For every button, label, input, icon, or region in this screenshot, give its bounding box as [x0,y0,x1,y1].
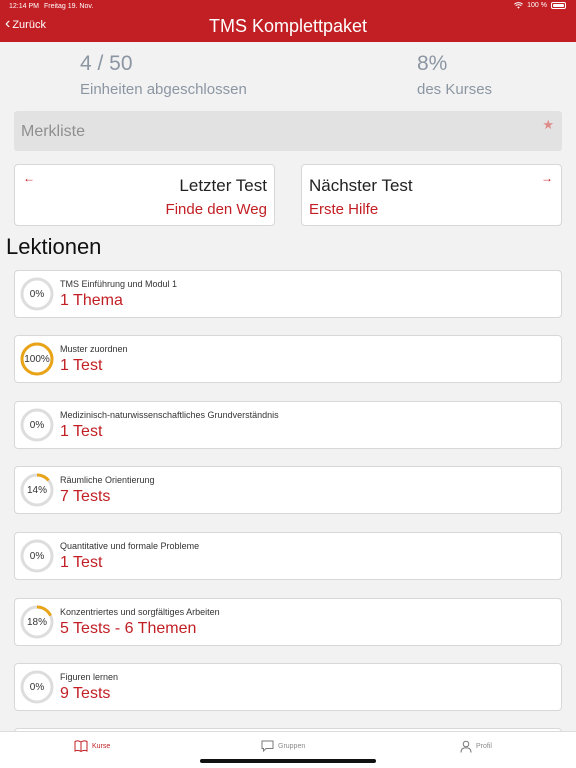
lesson-name: Medizinisch-naturwissenschaftliches Grun… [60,410,279,420]
tab-kurse[interactable]: Kurse [74,740,110,752]
tab-gruppen-label: Gruppen [278,742,306,750]
lessons-heading: Lektionen [6,234,102,259]
status-time: 12:14 PM [9,3,39,10]
lesson-card[interactable]: 100% Muster zuordnen 1 Test [14,335,562,383]
progress-percent: 100% [24,353,50,365]
battery-icon [551,2,566,9]
person-icon [460,740,472,753]
last-test-title: Letzter Test [179,176,267,195]
progress-percent: 0% [29,288,45,300]
lesson-count: 1 Test [60,357,103,374]
arrow-right-icon: → [541,171,553,185]
next-test-card[interactable]: → Nächster Test Erste Hilfe [301,164,562,226]
merkliste-row[interactable]: Merkliste ★ [14,111,562,151]
lesson-name: Quantitative und formale Probleme [60,541,200,551]
lesson-count: 1 Thema [60,292,123,309]
lesson-card[interactable]: 0% TMS Einführung und Modul 1 1 Thema [14,270,562,318]
last-test-card[interactable]: ← Letzter Test Finde den Weg [14,164,275,226]
book-icon [74,740,88,752]
tab-gruppen[interactable]: Gruppen [261,740,305,752]
status-bar: 12:14 PM Freitag 19. Nov. 100 % [0,0,576,14]
lesson-count: 9 Tests [60,685,111,702]
course-value: 8% [417,52,448,75]
chat-icon [261,740,274,752]
tab-kurse-label: Kurse [92,742,111,750]
tab-profil-label: Profil [476,743,492,750]
lesson-name: Muster zuordnen [60,344,128,354]
lesson-card[interactable]: 0% Figuren lernen 9 Tests [14,663,562,711]
wifi-icon [514,2,524,9]
lesson-count: 1 Test [60,554,103,571]
battery-label: 100 % [527,2,547,9]
status-date: Freitag 19. Nov. [44,3,94,10]
units-value: 4 / 50 [80,52,133,75]
lesson-card[interactable]: 14% Räumliche Orientierung 7 Tests [14,466,562,514]
lesson-name: TMS Einführung und Modul 1 [60,279,178,289]
lesson-card[interactable]: 18% Konzentriertes und sorgfältiges Arbe… [14,598,562,646]
last-test-name: Finde den Weg [165,201,267,218]
progress-percent: 14% [26,484,47,496]
merkliste-label: Merkliste [21,123,86,140]
lesson-name: Konzentriertes und sorgfältiges Arbeiten [60,607,220,617]
lesson-name: Räumliche Orientierung [60,475,155,485]
lesson-card[interactable]: 0% Medizinisch-naturwissenschaftliches G… [14,401,562,449]
lesson-count: 5 Tests - 6 Themen [60,620,197,637]
progress-percent: 0% [29,550,45,562]
lesson-card[interactable]: 0% Quantitative und formale Probleme 1 T… [14,532,562,580]
lesson-name: Figuren lernen [60,672,119,682]
page-title: TMS Komplettpaket [208,16,368,36]
status-right: 100 % [514,2,566,9]
course-stat: 8% des Kurses [417,52,492,98]
arrow-left-icon: ← [23,171,35,185]
course-label: des Kurses [417,81,493,98]
progress-percent: 18% [26,616,47,628]
progress-percent: 0% [29,419,45,431]
header-bar: 12:14 PM Freitag 19. Nov. 100 % ‹ Zurück… [0,0,576,42]
units-stat: 4 / 50 Einheiten abgeschlossen [80,52,247,98]
units-label: Einheiten abgeschlossen [80,81,247,98]
home-indicator [200,759,376,763]
star-icon[interactable]: ★ [542,117,554,133]
tab-profil[interactable]: Profil [460,740,492,753]
next-test-title: Nächster Test [309,176,413,195]
lesson-count: 1 Test [60,423,103,440]
progress-percent: 0% [29,681,45,693]
lesson-count: 7 Tests [60,488,111,505]
next-test-name: Erste Hilfe [309,201,379,218]
